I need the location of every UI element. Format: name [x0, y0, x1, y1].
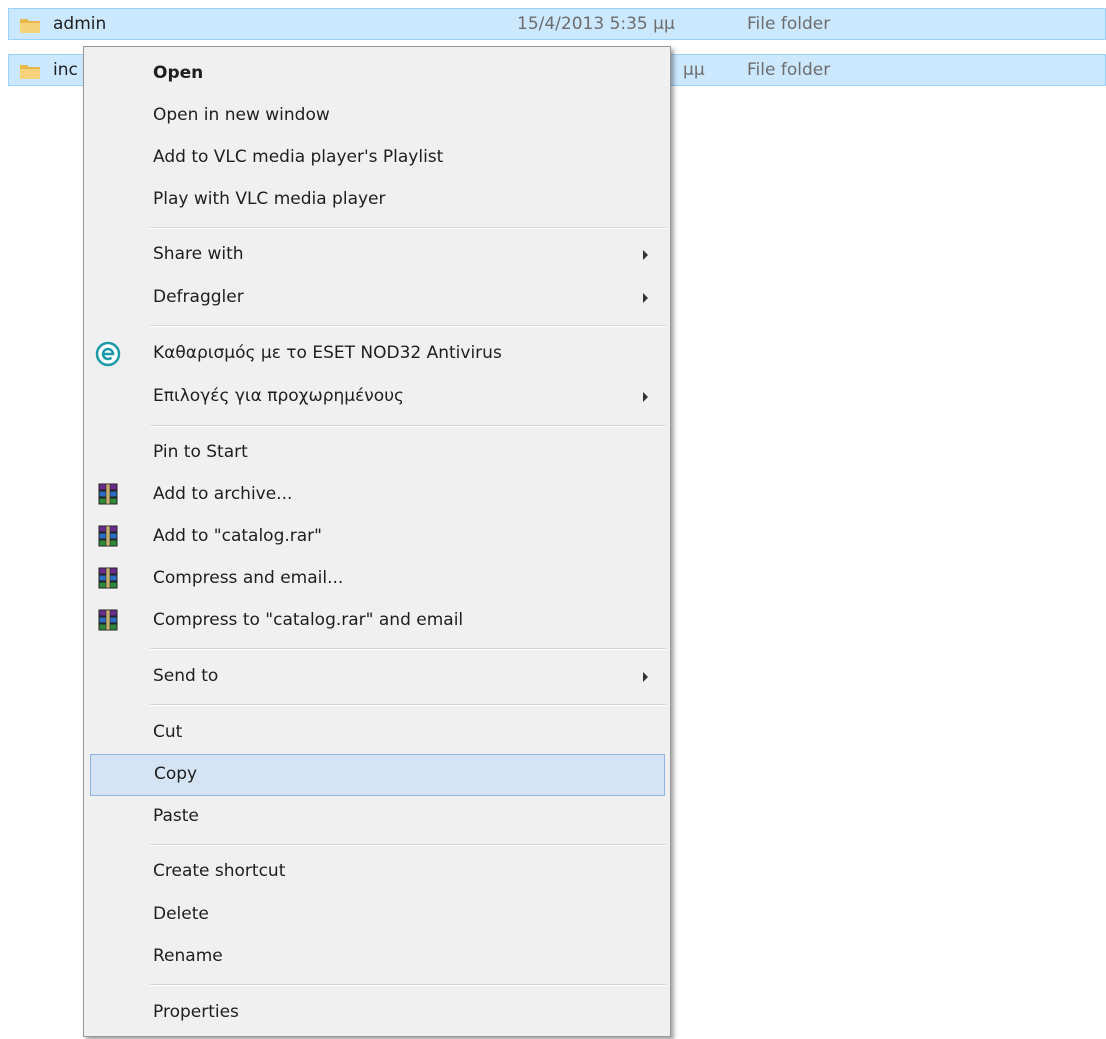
menu-item-pin-to-start[interactable]: Pin to Start: [84, 432, 670, 474]
file-date: μμ: [683, 60, 705, 80]
menu-separator: [150, 844, 666, 846]
menu-item-label: Rename: [153, 946, 223, 966]
menu-item-compress-email[interactable]: Compress and email...: [84, 558, 670, 600]
menu-separator: [150, 425, 666, 427]
eset-icon: [95, 341, 121, 367]
menu-item-label: Copy: [154, 764, 198, 784]
submenu-arrow-icon: [643, 392, 648, 402]
menu-item-label: Add to archive...: [153, 484, 293, 504]
menu-item-create-shortcut[interactable]: Create shortcut: [84, 851, 670, 893]
menu-item-cut[interactable]: Cut: [84, 712, 670, 754]
menu-item-defraggler[interactable]: Defraggler: [84, 277, 670, 319]
menu-item-label: Delete: [153, 904, 209, 924]
menu-item-add-to-rar[interactable]: Add to "catalog.rar": [84, 516, 670, 558]
menu-item-send-to[interactable]: Send to: [84, 656, 670, 698]
submenu-arrow-icon: [643, 250, 648, 260]
file-date: 15/4/2013 5:35 μμ: [517, 14, 675, 34]
menu-item-properties[interactable]: Properties: [84, 992, 670, 1034]
menu-item-label: Defraggler: [153, 287, 244, 307]
menu-item-vlc-play[interactable]: Play with VLC media player: [84, 179, 670, 221]
menu-item-eset-clean[interactable]: Καθαρισμός με το ESET NOD32 Antivirus: [84, 333, 670, 375]
file-name: admin: [53, 14, 107, 34]
menu-item-label: Open: [153, 63, 204, 83]
submenu-arrow-icon: [643, 293, 648, 303]
menu-separator: [150, 227, 666, 229]
folder-icon: [20, 19, 40, 33]
winrar-icon: [98, 525, 118, 547]
menu-item-label: Properties: [153, 1002, 239, 1022]
menu-item-label: Επιλογές για προχωρημένους: [153, 386, 405, 406]
menu-item-share-with[interactable]: Share with: [84, 234, 670, 276]
menu-separator: [150, 984, 666, 986]
menu-item-compress-rar-email[interactable]: Compress to "catalog.rar" and email: [84, 600, 670, 642]
winrar-icon: [98, 609, 118, 631]
menu-item-label: Paste: [153, 806, 199, 826]
menu-item-paste[interactable]: Paste: [84, 796, 670, 838]
menu-item-open-new-window[interactable]: Open in new window: [84, 95, 670, 137]
menu-item-label: Καθαρισμός με το ESET NOD32 Antivirus: [153, 343, 502, 363]
menu-item-label: Open in new window: [153, 105, 330, 125]
menu-item-label: Share with: [153, 244, 244, 264]
file-row-admin[interactable]: admin 15/4/2013 5:35 μμ File folder: [8, 8, 1106, 40]
menu-item-delete[interactable]: Delete: [84, 894, 670, 936]
menu-item-rename[interactable]: Rename: [84, 936, 670, 978]
menu-item-open[interactable]: Open: [84, 53, 670, 95]
menu-item-label: Add to VLC media player's Playlist: [153, 147, 444, 167]
menu-item-label: Create shortcut: [153, 861, 286, 881]
context-menu: Open Open in new window Add to VLC media…: [83, 46, 671, 1037]
menu-item-label: Cut: [153, 722, 183, 742]
winrar-icon: [98, 483, 118, 505]
menu-item-label: Compress to "catalog.rar" and email: [153, 610, 464, 630]
folder-icon: [20, 65, 40, 79]
menu-separator: [150, 704, 666, 706]
menu-item-label: Pin to Start: [153, 442, 248, 462]
menu-separator: [150, 648, 666, 650]
menu-item-label: Add to "catalog.rar": [153, 526, 322, 546]
menu-item-eset-advanced[interactable]: Επιλογές για προχωρημένους: [84, 376, 670, 418]
menu-separator: [150, 325, 666, 327]
menu-item-vlc-add-playlist[interactable]: Add to VLC media player's Playlist: [84, 137, 670, 179]
menu-item-label: Send to: [153, 666, 219, 686]
file-type: File folder: [747, 60, 831, 80]
menu-item-copy[interactable]: Copy: [90, 754, 665, 796]
file-name: inc: [53, 60, 78, 80]
submenu-arrow-icon: [643, 672, 648, 682]
menu-item-label: Play with VLC media player: [153, 189, 386, 209]
file-type: File folder: [747, 14, 831, 34]
menu-item-label: Compress and email...: [153, 568, 344, 588]
menu-item-add-to-archive[interactable]: Add to archive...: [84, 474, 670, 516]
winrar-icon: [98, 567, 118, 589]
